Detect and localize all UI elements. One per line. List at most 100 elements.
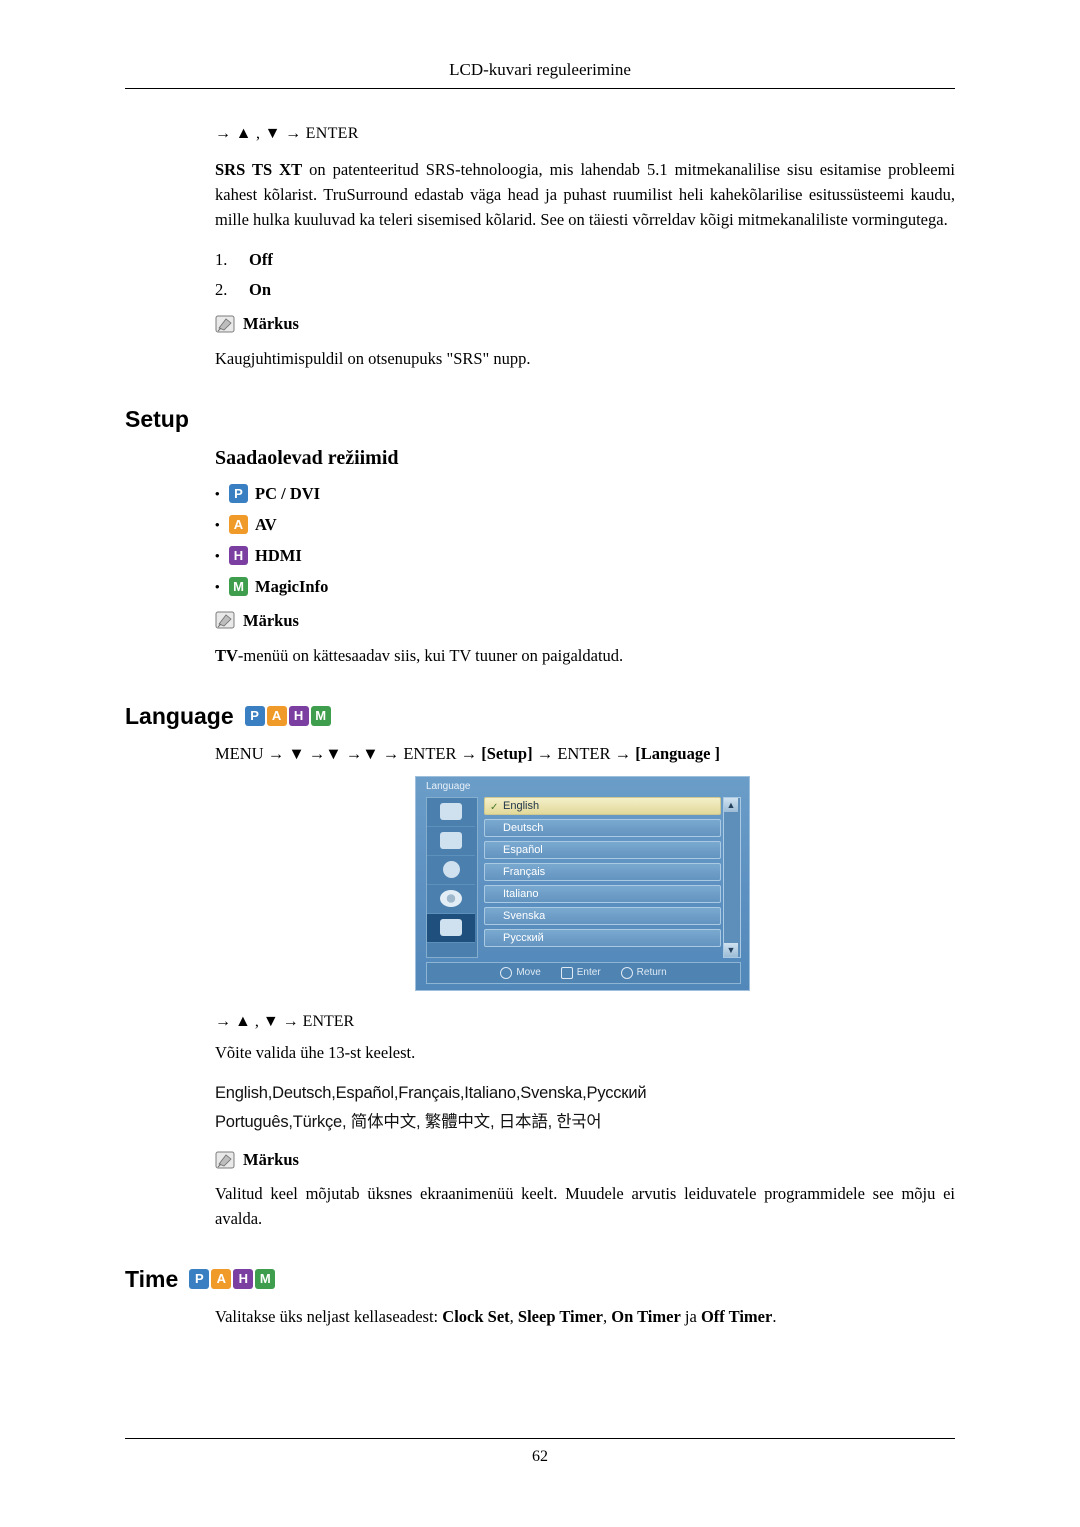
- setup-note-text: TV-menüü on kättesaadav siis, kui TV tuu…: [215, 644, 955, 669]
- osd-icon-input[interactable]: [427, 856, 475, 885]
- note-icon: [215, 611, 236, 630]
- srs-key-hint: → ▲ , ▼ → ENTER: [215, 125, 359, 142]
- language-key-hint: → ▲ , ▼ → ENTER: [215, 1012, 355, 1030]
- time-item-clock-set: Clock Set: [442, 1306, 510, 1326]
- osd-screenshot-wrap: Language ✓ English Deutsch Español França…: [415, 775, 955, 991]
- language-mode-tags: P A H M: [244, 706, 331, 727]
- srs-option-label-1: Off: [249, 250, 273, 270]
- time-heading: Time: [125, 1265, 179, 1292]
- osd-list-item-russian[interactable]: Русский: [484, 928, 721, 947]
- osd-list-item-english[interactable]: ✓ English: [484, 796, 721, 815]
- osd-icon-sound[interactable]: [427, 827, 475, 856]
- osd-hint-move-label: Move: [516, 967, 541, 979]
- setup-note: Märkus: [215, 611, 955, 631]
- picture-icon: [440, 803, 462, 821]
- osd-item-label: Svenska: [503, 909, 546, 922]
- note-icon: [215, 315, 236, 334]
- setup-note-rest: -menüü on kättesaadav siis, kui TV tuune…: [237, 645, 624, 665]
- srs-option-number-2: 2.: [215, 280, 228, 300]
- language-caption: Võite valida ühe 13-st keelest.: [215, 1042, 416, 1062]
- osd-item-label: Русский: [503, 931, 544, 944]
- mode-label-hdmi: HDMI: [255, 545, 302, 565]
- language-heading: Language: [125, 702, 234, 729]
- osd-language-menu: Language ✓ English Deutsch Español França…: [415, 775, 750, 991]
- osd-icon-picture[interactable]: [427, 798, 475, 827]
- menu-path-setup: [Setup]: [481, 743, 533, 763]
- language-list-line-2: Português,Türkçe, 简体中文, 繁體中文, 日本語, 한국어: [215, 1112, 602, 1131]
- gear-icon: [440, 890, 462, 908]
- osd-icon-multi-control[interactable]: [427, 913, 475, 943]
- osd-hint-return: Return: [620, 966, 667, 979]
- menu-path-middle: → ENTER →: [532, 743, 636, 763]
- mode-tag-hdmi-icon: H: [288, 706, 309, 727]
- mode-tag-hdmi-icon: H: [229, 546, 248, 566]
- mode-tag-pc-icon: P: [244, 706, 265, 727]
- setup-note-bold: TV: [215, 645, 238, 665]
- mode-label-pc: PC / DVI: [255, 483, 321, 503]
- mode-tag-pc-icon: P: [189, 1269, 210, 1290]
- footer-divider: [125, 1438, 955, 1439]
- language-heading-row: Language P A H M: [125, 703, 955, 730]
- osd-list-item-svenska[interactable]: Svenska: [484, 906, 721, 925]
- mode-tag-magicinfo-icon: M: [310, 706, 331, 727]
- note-icon: [215, 1151, 236, 1170]
- monitor-icon: [440, 919, 462, 937]
- menu-path-prefix: MENU → ▼ →▼ →▼ → ENTER →: [215, 743, 482, 763]
- osd-list-item-francais[interactable]: Français: [484, 862, 721, 881]
- list-item: 1. Off: [215, 250, 955, 270]
- mode-label-magicinfo: MagicInfo: [255, 576, 329, 596]
- osd-list-item-italiano[interactable]: Italiano: [484, 884, 721, 903]
- list-item: • H HDMI: [215, 546, 955, 566]
- osd-hint-bar: Move Enter Return: [426, 961, 741, 984]
- osd-hint-move: Move: [500, 966, 541, 979]
- list-item: 2. On: [215, 280, 955, 300]
- srs-options-list: 1. Off 2. On: [215, 250, 955, 300]
- scroll-up-icon[interactable]: ▲: [724, 797, 738, 812]
- osd-icon-column: [426, 796, 478, 958]
- mode-tag-av-icon: A: [211, 1269, 232, 1290]
- osd-item-label: Deutsch: [503, 821, 544, 834]
- srs-note-label: Märkus: [243, 314, 299, 334]
- scroll-down-icon[interactable]: ▼: [724, 942, 738, 957]
- language-note-text: Valitud keel mõjutab üksnes ekraanimenüü…: [215, 1184, 955, 1229]
- srs-bold-lead: SRS TS XT: [215, 160, 303, 179]
- return-icon: [620, 966, 633, 979]
- input-icon: [442, 861, 460, 879]
- osd-title: Language: [426, 780, 471, 792]
- srs-option-label-2: On: [249, 280, 272, 300]
- time-sep-3: ja: [680, 1306, 701, 1326]
- srs-paragraph-text: on patenteeritud SRS-tehnoloogia, mis la…: [215, 160, 956, 230]
- osd-scrollbar[interactable]: ▲ ▼: [723, 796, 741, 958]
- time-heading-row: Time P A H M: [125, 1266, 955, 1293]
- page-number: 62: [532, 1448, 548, 1465]
- time-mode-tags: P A H M: [189, 1269, 276, 1290]
- osd-hint-enter: Enter: [560, 966, 601, 979]
- osd-list-item-espanol[interactable]: Español: [484, 840, 721, 859]
- mode-tag-pc-icon: P: [229, 484, 248, 504]
- move-icon: [500, 966, 513, 979]
- osd-item-label: Italiano: [503, 887, 539, 900]
- osd-language-list: ✓ English Deutsch Español Français Italia…: [484, 796, 721, 958]
- srs-note: Märkus: [215, 314, 955, 334]
- check-icon: ✓: [490, 801, 499, 813]
- setup-subheading: Saadaolevad režiimid: [215, 446, 399, 469]
- osd-item-label: Español: [503, 843, 543, 856]
- language-note-label: Märkus: [243, 1150, 299, 1170]
- mode-tag-magicinfo-icon: M: [229, 577, 248, 597]
- time-tail: .: [772, 1306, 777, 1326]
- list-item: • A AV: [215, 515, 955, 535]
- osd-hint-enter-label: Enter: [576, 967, 601, 979]
- time-item-sleep-timer: Sleep Timer: [517, 1306, 604, 1326]
- mode-tag-av-icon: A: [266, 706, 287, 727]
- osd-list-item-deutsch[interactable]: Deutsch: [484, 818, 721, 837]
- menu-path-language: [Language ]: [635, 743, 721, 763]
- osd-icon-setup[interactable]: [427, 885, 475, 914]
- header-divider: [125, 88, 955, 89]
- running-header: LCD-kuvari reguleerimine: [449, 60, 631, 79]
- srs-note-text: Kaugjuhtimispuldil on otsenupuks "SRS" n…: [215, 349, 531, 369]
- bullet-icon: •: [215, 548, 220, 564]
- language-note: Märkus: [215, 1150, 955, 1170]
- osd-hint-return-label: Return: [636, 967, 667, 979]
- osd-item-label: English: [503, 799, 540, 812]
- document-page: LCD-kuvari reguleerimine → ▲ , ▼ → ENTER…: [0, 0, 1080, 1527]
